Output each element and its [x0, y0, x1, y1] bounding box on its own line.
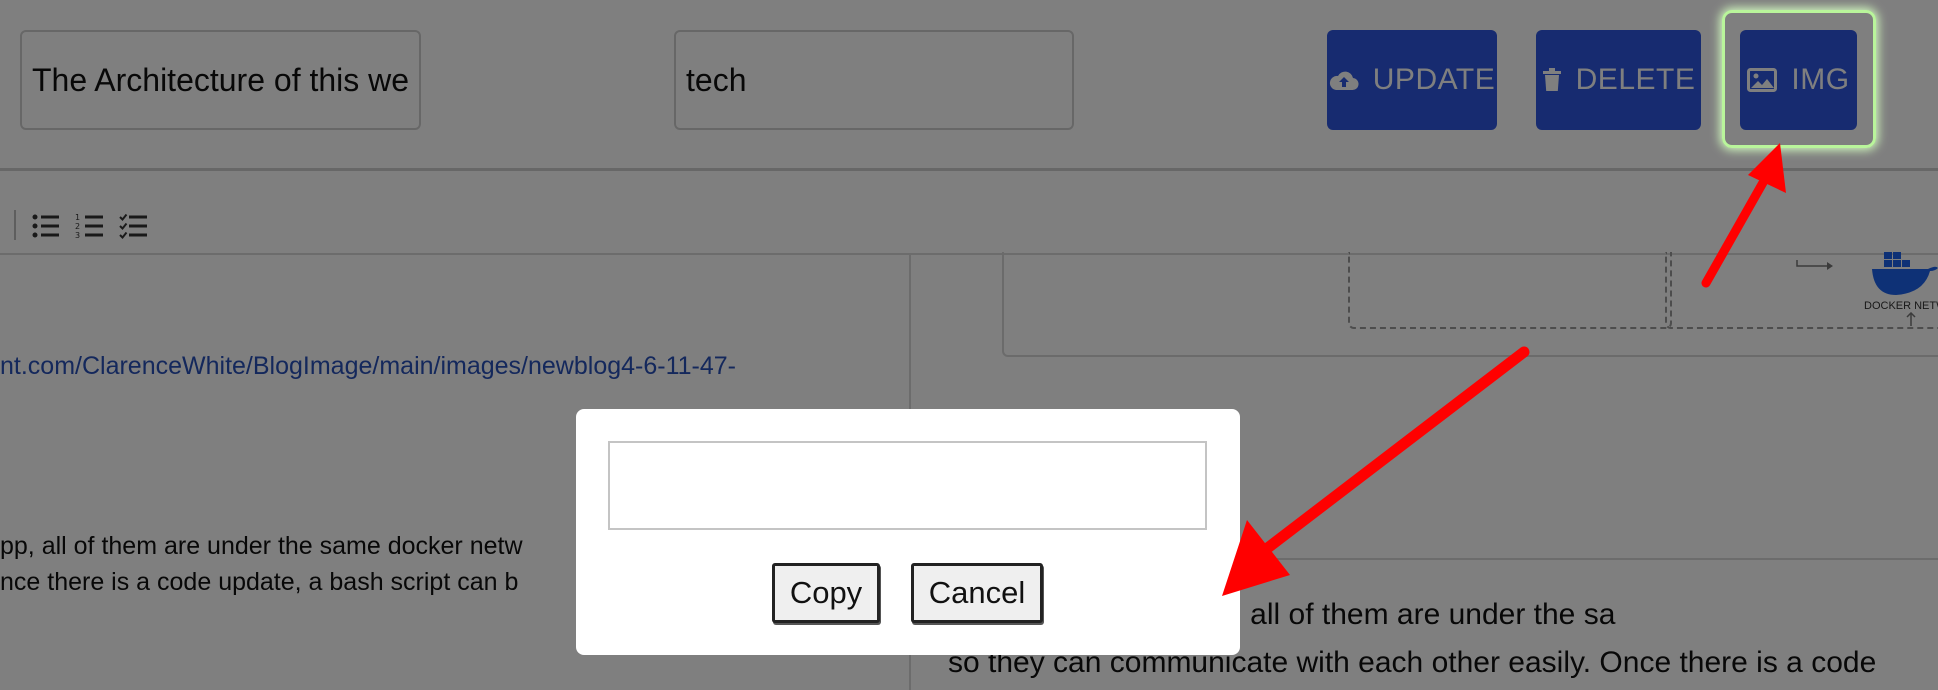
cancel-label: Cancel — [928, 575, 1026, 610]
copy-dialog: Copy Cancel — [576, 409, 1240, 655]
img-button-highlight — [1722, 10, 1876, 148]
copy-label: Copy — [789, 575, 863, 610]
image-url-input[interactable] — [608, 441, 1207, 530]
cancel-button[interactable]: Cancel — [911, 563, 1043, 623]
copy-button[interactable]: Copy — [772, 563, 880, 623]
